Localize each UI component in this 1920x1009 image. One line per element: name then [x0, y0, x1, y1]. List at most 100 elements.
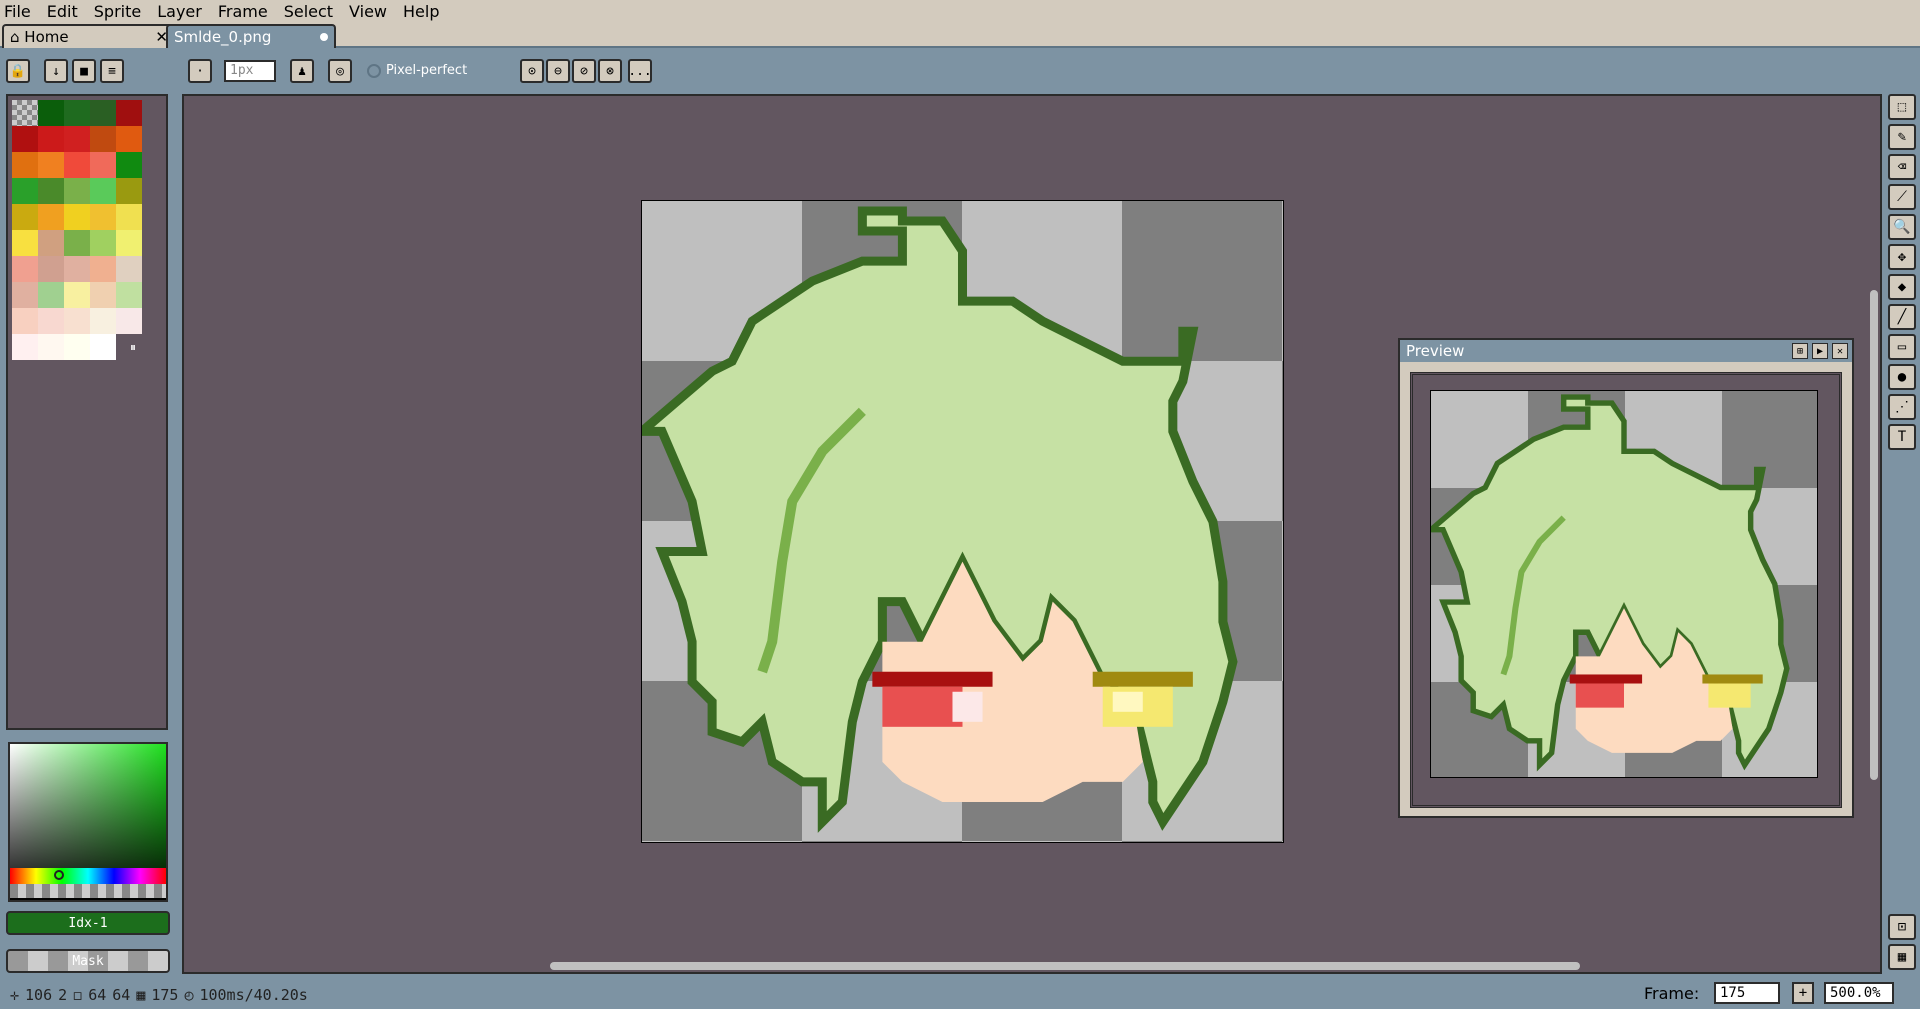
horizontal-scrollbar[interactable] [550, 962, 1580, 970]
palette-swatch[interactable] [38, 100, 64, 126]
palette-swatch[interactable] [12, 308, 38, 334]
palette-swatch[interactable] [116, 152, 142, 178]
palette-swatch[interactable] [116, 282, 142, 308]
menu-select[interactable]: Select [284, 2, 333, 21]
palette-swatch[interactable] [12, 178, 38, 204]
line-tool-icon[interactable]: ╱ [1888, 304, 1916, 330]
palette-swatch[interactable] [38, 204, 64, 230]
palette-resize-icon[interactable]: ⏸ [130, 340, 136, 355]
lock-icon[interactable]: 🔒 [6, 59, 30, 83]
preview-close-icon[interactable]: ✕ [1832, 343, 1848, 359]
palette-swatch[interactable] [90, 308, 116, 334]
hue-handle-icon[interactable] [54, 870, 64, 880]
palette-swatch[interactable] [12, 152, 38, 178]
timeline-icon[interactable]: ▦ [1888, 944, 1916, 970]
brush-size-input[interactable]: 1px [224, 60, 276, 82]
add-frame-button[interactable]: + [1792, 982, 1814, 1004]
hue-slider[interactable] [10, 868, 166, 884]
ink-icon[interactable]: ♟ [290, 59, 314, 83]
spray-icon[interactable]: ◎ [328, 59, 352, 83]
more-options-button[interactable]: ... [628, 59, 652, 83]
palette-swatch[interactable] [90, 126, 116, 152]
eraser-tool-icon[interactable]: ⌫ [1888, 154, 1916, 180]
sort-down-icon[interactable]: ↓ [44, 59, 68, 83]
palette-swatch[interactable] [38, 282, 64, 308]
menu-frame[interactable]: Frame [218, 2, 268, 21]
palette-swatch[interactable] [90, 204, 116, 230]
palette-swatch[interactable] [90, 256, 116, 282]
preview-mode-icon[interactable]: ⊞ [1792, 343, 1808, 359]
palette-swatch[interactable] [64, 256, 90, 282]
palette-swatch[interactable] [90, 100, 116, 126]
move-tool-icon[interactable]: ✥ [1888, 244, 1916, 270]
pixel-perfect-checkbox[interactable] [367, 64, 381, 78]
menu-view[interactable]: View [349, 2, 387, 21]
menu-sprite[interactable]: Sprite [94, 2, 141, 21]
palette-swatch[interactable] [12, 334, 38, 360]
palette-swatch[interactable] [12, 282, 38, 308]
palette-swatch[interactable] [116, 178, 142, 204]
alpha-slider[interactable] [10, 884, 166, 898]
zoom-tool-icon[interactable]: 🔍 [1888, 214, 1916, 240]
menu-lines-icon[interactable]: ≡ [100, 59, 124, 83]
menu-edit[interactable]: Edit [47, 2, 78, 21]
symmetry-x-icon[interactable]: ⊗ [598, 59, 622, 83]
palette-swatch[interactable] [116, 308, 142, 334]
vertical-scrollbar[interactable] [1870, 290, 1878, 780]
symmetry-h-icon[interactable]: ⊖ [546, 59, 570, 83]
palette-swatch[interactable] [64, 282, 90, 308]
symmetry-icon[interactable]: ⊙ [520, 59, 544, 83]
palette-swatch[interactable] [90, 282, 116, 308]
palette-swatch[interactable] [64, 178, 90, 204]
stop-icon[interactable]: ■ [72, 59, 96, 83]
actual-size-icon[interactable]: ⊡ [1888, 914, 1916, 940]
palette-swatch[interactable] [116, 256, 142, 282]
modified-dot-icon[interactable] [320, 33, 328, 41]
palette-swatch[interactable] [12, 256, 38, 282]
palette-swatch[interactable] [64, 308, 90, 334]
palette-swatch[interactable] [12, 230, 38, 256]
menu-file[interactable]: File [4, 2, 31, 21]
symmetry-d-icon[interactable]: ⊘ [572, 59, 596, 83]
palette-swatch[interactable] [38, 230, 64, 256]
mask-color-button[interactable]: Mask [6, 949, 170, 973]
palette-swatch[interactable] [64, 204, 90, 230]
palette-swatch[interactable] [90, 230, 116, 256]
ellipse-tool-icon[interactable]: ● [1888, 364, 1916, 390]
palette-swatch[interactable] [38, 334, 64, 360]
palette-swatch[interactable] [64, 126, 90, 152]
zoom-input[interactable]: 500.0% [1824, 982, 1894, 1004]
brush-shape-icon[interactable]: · [188, 59, 212, 83]
palette-swatch[interactable] [38, 256, 64, 282]
menu-layer[interactable]: Layer [157, 2, 202, 21]
color-index-button[interactable]: Idx-1 [6, 911, 170, 935]
palette-swatch[interactable] [38, 178, 64, 204]
palette-swatch[interactable] [38, 126, 64, 152]
palette-swatch[interactable] [116, 204, 142, 230]
palette-swatch[interactable] [64, 334, 90, 360]
palette-swatch[interactable] [90, 152, 116, 178]
rectangle-tool-icon[interactable]: ▭ [1888, 334, 1916, 360]
palette-swatch[interactable] [38, 152, 64, 178]
palette-swatch[interactable] [38, 308, 64, 334]
tab-home[interactable]: ⌂ Home ✕ [2, 24, 176, 48]
fill-tool-icon[interactable]: ◆ [1888, 274, 1916, 300]
menu-help[interactable]: Help [403, 2, 439, 21]
palette-swatch[interactable] [90, 334, 116, 360]
blur-tool-icon[interactable]: ⋰ [1888, 394, 1916, 420]
marquee-tool-icon[interactable]: ⬚ [1888, 94, 1916, 120]
eyedropper-tool-icon[interactable]: ⟋ [1888, 184, 1916, 210]
frame-input[interactable]: 175 [1714, 982, 1780, 1004]
tab-file[interactable]: Smlde_0.png [166, 24, 336, 48]
sprite-canvas[interactable] [641, 200, 1284, 843]
palette-swatch[interactable] [116, 100, 142, 126]
pencil-tool-icon[interactable]: ✎ [1888, 124, 1916, 150]
preview-play-icon[interactable]: ▶ [1812, 343, 1828, 359]
text-tool-icon[interactable]: T [1888, 424, 1916, 450]
palette-swatch[interactable] [12, 204, 38, 230]
palette-swatch[interactable] [116, 230, 142, 256]
palette-swatch[interactable] [90, 178, 116, 204]
palette-swatch[interactable] [64, 152, 90, 178]
palette-swatch[interactable] [64, 100, 90, 126]
palette-swatch[interactable] [12, 100, 38, 126]
